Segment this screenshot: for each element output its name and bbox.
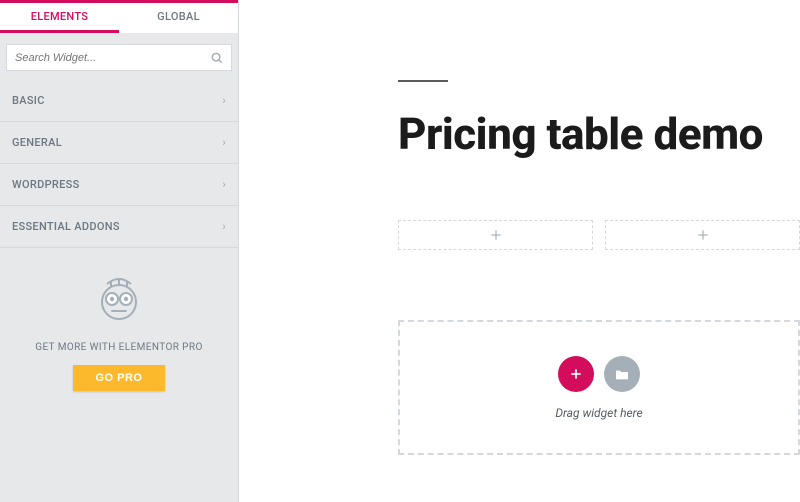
plus-icon [568,366,584,382]
tab-elements[interactable]: ELEMENTS [0,3,119,33]
category-label: BASIC [12,94,45,107]
chevron-right-icon: › [222,136,226,149]
chevron-right-icon: › [222,94,226,107]
panel-tabs: ELEMENTS GLOBAL [0,3,238,33]
add-column-button[interactable] [605,220,800,250]
chevron-right-icon: › [222,220,226,233]
add-section-button[interactable] [558,356,594,392]
category-wordpress[interactable]: WORDPRESS › [0,164,238,206]
promo-box: GET MORE WITH ELEMENTOR PRO GO PRO [0,248,238,411]
category-label: GENERAL [12,136,62,149]
category-basic[interactable]: BASIC › [0,80,238,122]
promo-text: GET MORE WITH ELEMENTOR PRO [10,342,228,353]
tab-global[interactable]: GLOBAL [119,3,238,33]
chevron-right-icon: › [222,178,226,191]
folder-icon [614,366,630,382]
category-label: ESSENTIAL ADDONS [12,220,120,233]
category-general[interactable]: GENERAL › [0,122,238,164]
search-row [6,44,232,71]
go-pro-button[interactable]: GO PRO [73,365,164,391]
column-row [398,220,800,250]
add-column-button[interactable] [398,220,593,250]
category-essential-addons[interactable]: ESSENTIAL ADDONS › [0,206,238,248]
new-section-dropzone[interactable]: Drag widget here [398,320,800,455]
heading-divider [398,80,448,82]
search-input[interactable] [6,44,232,71]
page-title[interactable]: Pricing table demo [398,108,800,160]
dropzone-buttons [558,356,640,392]
plus-icon [696,228,710,242]
add-template-button[interactable] [604,356,640,392]
editor-canvas: Pricing table demo [239,0,800,502]
dropzone-hint: Drag widget here [555,406,642,420]
mascot-icon [10,272,228,328]
category-label: WORDPRESS [12,178,80,191]
elements-panel: ELEMENTS GLOBAL BASIC › GENERAL › WORDPR… [0,0,239,502]
plus-icon [489,228,503,242]
